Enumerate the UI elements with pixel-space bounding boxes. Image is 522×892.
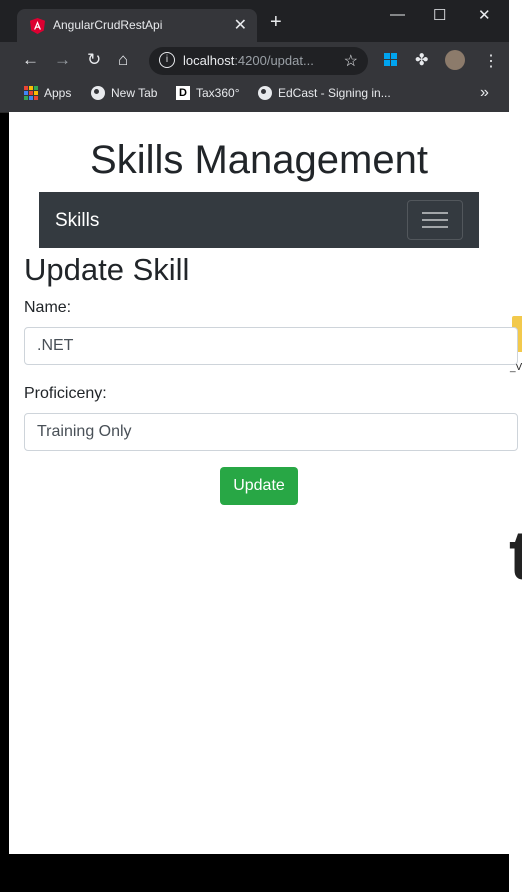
name-input[interactable] xyxy=(24,327,518,365)
forward-icon[interactable]: → xyxy=(54,51,71,68)
navbar-brand[interactable]: Skills xyxy=(55,210,99,232)
bookmark-tax360[interactable]: D Tax360° xyxy=(176,86,240,100)
window-bottom-edge xyxy=(0,854,509,892)
extensions-icon[interactable]: ✤ xyxy=(415,50,428,70)
update-button[interactable]: Update xyxy=(220,467,298,505)
desktop-text: t xyxy=(509,516,522,594)
browser-toolbar: ← → ↻ ⌂ i localhost:4200/updat... ☆ xyxy=(0,42,509,80)
minimize-button[interactable]: — xyxy=(390,6,405,23)
angular-icon xyxy=(30,18,45,34)
browser-tab[interactable]: AngularCrudRestApi ✕ xyxy=(17,9,257,42)
tab-close-icon[interactable]: ✕ xyxy=(234,15,247,35)
maximize-button[interactable]: ☐ xyxy=(433,6,446,24)
proficiency-input[interactable] xyxy=(24,413,518,451)
globe-icon xyxy=(91,86,105,100)
bookmark-label: EdCast - Signing in... xyxy=(278,86,391,100)
bookmark-apps[interactable]: Apps xyxy=(24,86,71,100)
bookmark-star-icon[interactable]: ☆ xyxy=(344,51,358,71)
close-window-button[interactable]: ✕ xyxy=(478,6,491,24)
bookmark-label: New Tab xyxy=(111,86,158,100)
navbar-toggler-button[interactable] xyxy=(407,200,463,240)
tab-title: AngularCrudRestApi xyxy=(53,18,163,32)
tab-strip: AngularCrudRestApi ✕ + — ☐ ✕ xyxy=(0,0,509,42)
proficiency-label: Proficiceny: xyxy=(24,385,107,402)
bookmark-label: Apps xyxy=(44,86,72,100)
profile-avatar[interactable] xyxy=(445,50,465,70)
bookmark-new-tab[interactable]: New Tab xyxy=(91,86,157,100)
address-bar[interactable]: i localhost:4200/updat... ☆ xyxy=(149,47,368,75)
page-content: Skills Management Skills Update Skill Na… xyxy=(9,112,518,854)
new-tab-button[interactable]: + xyxy=(270,12,282,32)
reload-icon[interactable]: ↻ xyxy=(87,51,101,68)
bookmark-edcast[interactable]: EdCast - Signing in... xyxy=(258,86,391,100)
navbar: Skills xyxy=(39,192,479,248)
back-icon[interactable]: ← xyxy=(22,51,39,68)
tax360-icon: D xyxy=(176,86,190,100)
menu-kebab-icon[interactable]: ⋮ xyxy=(483,51,499,71)
apps-grid-icon xyxy=(24,86,38,100)
bookmark-label: Tax360° xyxy=(196,86,240,100)
form-heading: Update Skill xyxy=(24,252,190,287)
browser-window: AngularCrudRestApi ✕ + — ☐ ✕ ← → ↻ ⌂ i l… xyxy=(0,0,518,892)
windows-extension-icon[interactable] xyxy=(384,53,398,67)
bookmarks-bar: Apps New Tab D Tax360° EdCast - Signing … xyxy=(0,80,509,113)
home-icon[interactable]: ⌂ xyxy=(118,51,128,68)
url-text[interactable]: localhost:4200/updat... xyxy=(183,53,314,68)
info-icon[interactable]: i xyxy=(159,52,175,68)
page-title: Skills Management xyxy=(90,138,428,182)
globe-icon xyxy=(258,86,272,100)
more-bookmarks-icon[interactable]: » xyxy=(480,84,489,102)
name-label: Name: xyxy=(24,299,72,316)
